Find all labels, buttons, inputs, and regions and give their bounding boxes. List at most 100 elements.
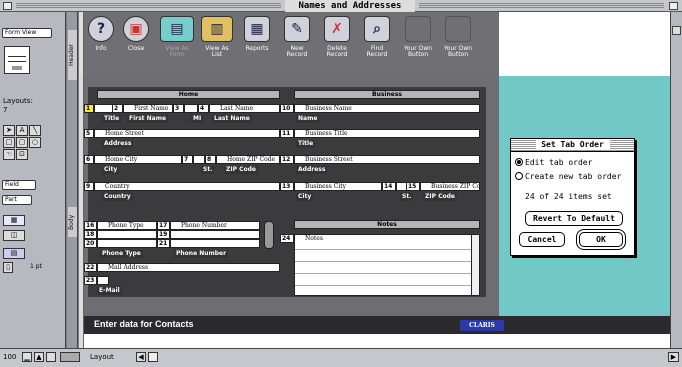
rounded-rect-tool-icon[interactable]: ▢ xyxy=(16,137,28,148)
mode-popup-label[interactable]: Layout xyxy=(90,353,114,361)
tab-order-number[interactable]: 23 xyxy=(84,276,97,285)
tab-order-number[interactable]: 13 xyxy=(280,182,294,191)
tab-order-number[interactable]: 12 xyxy=(280,155,294,164)
tab-order-number[interactable]: 9 xyxy=(84,182,94,191)
phone-portal-scrollbar[interactable] xyxy=(264,221,274,249)
home-zip-field[interactable]: Home ZIP Code xyxy=(216,155,280,164)
close-box-icon[interactable] xyxy=(3,2,12,10)
email-field[interactable] xyxy=(97,276,109,285)
tab-order-number[interactable]: 16 xyxy=(84,221,97,230)
view-as-list-button[interactable]: ▥ View As List xyxy=(199,16,235,58)
zoom-level[interactable]: 100 xyxy=(3,353,16,361)
scroll-left-icon[interactable]: ◀ xyxy=(136,352,146,362)
vertical-scrollbar[interactable] xyxy=(670,12,682,348)
pointer-tool-icon[interactable]: ➤ xyxy=(3,125,15,136)
cancel-button[interactable]: Cancel xyxy=(519,232,565,247)
fill-color-icon[interactable]: ▦ xyxy=(3,215,25,226)
line-tool-icon[interactable]: ╲ xyxy=(29,125,41,136)
oval-tool-icon[interactable]: ○ xyxy=(29,137,41,148)
tab-order-number[interactable]: 18 xyxy=(84,230,97,239)
tab-order-number[interactable]: 21 xyxy=(157,239,170,248)
header-part-label[interactable]: Header xyxy=(68,30,77,80)
tab-order-number[interactable]: 24 xyxy=(280,234,294,243)
tab-order-number[interactable]: 19 xyxy=(157,230,170,239)
rectangle-tool-icon[interactable]: □ xyxy=(3,137,15,148)
tab-order-number[interactable]: 7 xyxy=(182,155,193,164)
pen-color-icon[interactable]: ▤ xyxy=(3,248,25,259)
scroll-thumb-icon[interactable] xyxy=(148,352,158,362)
edit-tab-order-radio[interactable]: Edit tab order xyxy=(515,158,592,167)
phone-number-field[interactable] xyxy=(170,239,260,248)
tab-order-number[interactable]: 20 xyxy=(84,239,97,248)
fill-pattern-icon[interactable]: ◫ xyxy=(3,230,25,241)
country-field[interactable]: Country xyxy=(94,182,280,191)
last-name-field[interactable]: Last Name xyxy=(209,104,280,113)
notes-field[interactable]: Notes xyxy=(294,234,480,296)
tab-order-number[interactable]: 14 xyxy=(382,182,396,191)
tab-order-number[interactable]: 15 xyxy=(406,182,420,191)
business-street-field[interactable]: Business Street xyxy=(294,155,480,164)
phone-type-field[interactable] xyxy=(97,230,157,239)
body-part-label[interactable]: Body xyxy=(68,207,77,237)
scroll-right-icon[interactable]: ▶ xyxy=(668,352,679,362)
business-title-field[interactable]: Business Title xyxy=(294,129,480,138)
button-tool-icon[interactable]: ☜ xyxy=(3,149,15,160)
create-new-tab-order-radio[interactable]: Create new tab order xyxy=(515,172,621,181)
mail-address-field[interactable]: Mail Address xyxy=(97,263,280,272)
first-name-field[interactable]: First Name xyxy=(123,104,173,113)
home-state-field[interactable] xyxy=(193,155,205,164)
title-field[interactable] xyxy=(94,104,114,113)
tab-order-number[interactable]: 8 xyxy=(205,155,216,164)
view-as-form-button[interactable]: ▤ View As Form xyxy=(159,16,195,58)
phone-number-field[interactable]: Phone Number xyxy=(170,221,260,230)
portal-tool-icon[interactable]: ⊡ xyxy=(16,149,28,160)
tab-order-number[interactable]: 10 xyxy=(280,104,294,113)
pen-pattern-icon[interactable]: ▯ xyxy=(3,262,13,273)
toggle-status-icon[interactable] xyxy=(46,352,56,362)
mi-field[interactable] xyxy=(184,104,198,113)
your-own-button-2[interactable]: Your Own Button xyxy=(440,16,476,58)
tab-order-number[interactable]: 22 xyxy=(84,263,97,272)
part-popup[interactable]: Part xyxy=(2,195,32,205)
home-city-field[interactable]: Home City xyxy=(94,155,182,164)
scroll-up-icon[interactable] xyxy=(672,26,681,35)
ok-button[interactable]: OK xyxy=(579,232,623,247)
notes-scrollbar[interactable] xyxy=(471,235,479,295)
title-bar[interactable]: Names and Addresses xyxy=(0,0,682,12)
book-icon[interactable] xyxy=(4,46,30,74)
tab-order-number[interactable]: 2 xyxy=(112,104,123,113)
phone-number-label: Phone Number xyxy=(174,250,229,258)
tab-order-number[interactable]: 1 xyxy=(84,104,94,113)
new-record-button[interactable]: ✎ New Record xyxy=(280,16,314,58)
reports-button[interactable]: ▦ Reports xyxy=(240,16,274,52)
zoom-in-icon[interactable]: ▲ xyxy=(34,352,44,362)
text-tool-icon[interactable]: A xyxy=(16,125,28,136)
find-record-button[interactable]: ⌕ Find Record xyxy=(360,16,394,58)
close-button[interactable]: ▣ Close xyxy=(121,16,151,52)
dialog-title-bar[interactable]: Set Tab Order xyxy=(511,139,634,152)
tab-order-number[interactable]: 11 xyxy=(280,129,294,138)
phone-number-field[interactable] xyxy=(170,230,260,239)
tab-order-number[interactable]: 3 xyxy=(173,104,184,113)
business-zip-field[interactable]: Business ZIP Code xyxy=(420,182,480,191)
zoom-box-icon[interactable] xyxy=(669,2,678,10)
zoom-out-icon[interactable]: ▁ xyxy=(22,352,32,362)
your-own-button-label: Your Own Button xyxy=(403,45,433,58)
tab-order-number[interactable]: 5 xyxy=(84,129,94,138)
info-button[interactable]: ? Info xyxy=(86,16,116,52)
line-width-label[interactable]: 1 pt xyxy=(30,263,42,270)
tab-order-number[interactable]: 17 xyxy=(157,221,170,230)
home-street-field[interactable]: Home Street xyxy=(94,129,280,138)
phone-type-field[interactable]: Phone Type xyxy=(97,221,157,230)
business-name-field[interactable]: Business Name xyxy=(294,104,480,113)
mode-popup[interactable]: Form View xyxy=(2,28,52,38)
revert-to-default-button[interactable]: Revert To Default xyxy=(525,211,623,226)
phone-type-field[interactable] xyxy=(97,239,157,248)
business-city-field[interactable]: Business City xyxy=(294,182,382,191)
tab-order-number[interactable]: 6 xyxy=(84,155,94,164)
field-popup[interactable]: Field xyxy=(2,180,36,190)
tab-order-number[interactable]: 4 xyxy=(198,104,209,113)
business-title-label: Title xyxy=(296,140,316,148)
delete-record-button[interactable]: ✗ Delete Record xyxy=(320,16,354,58)
your-own-button-1[interactable]: Your Own Button xyxy=(400,16,436,58)
